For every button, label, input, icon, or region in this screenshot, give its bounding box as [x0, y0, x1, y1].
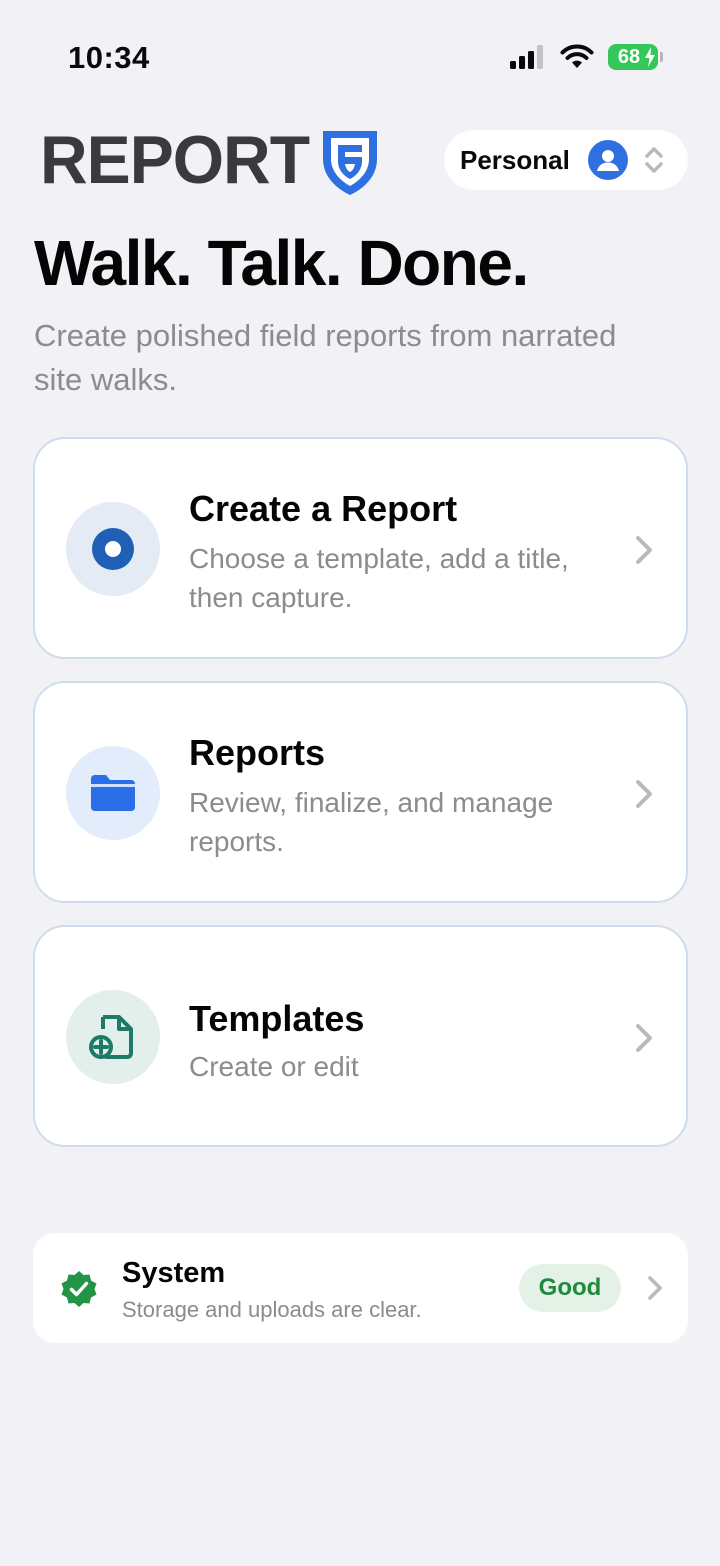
shield-icon — [323, 131, 378, 195]
card-description: Create or edit — [189, 1051, 359, 1082]
battery-icon: 68 — [608, 44, 663, 70]
chevron-right-icon — [648, 1276, 662, 1300]
record-icon — [92, 528, 134, 570]
page-title: Walk. Talk. Done. — [34, 227, 529, 299]
charging-bolt-icon — [645, 47, 655, 67]
signal-icon — [510, 45, 543, 69]
status-icons: 68 — [510, 44, 663, 70]
card-description: Review, finalize, and manage reports. — [189, 787, 554, 857]
app-logo: REPORT — [40, 122, 381, 198]
card-title: Reports — [189, 732, 326, 773]
status-time: 10:34 — [68, 40, 150, 75]
reports-card[interactable]: Reports Review, finalize, and manage rep… — [33, 681, 688, 903]
status-bar: 10:34 68 — [0, 0, 720, 116]
card-icon-circle — [66, 990, 160, 1084]
status-badge: Good — [519, 1264, 621, 1312]
card-description: Choose a template, add a title, then cap… — [189, 543, 569, 613]
system-description: Storage and uploads are clear. — [122, 1297, 422, 1322]
templates-card[interactable]: Templates Create or edit — [33, 925, 688, 1147]
verified-check-icon — [61, 1271, 97, 1307]
page-subtitle: Create polished field reports from narra… — [34, 318, 617, 397]
account-label: Personal — [460, 144, 570, 175]
chevron-right-icon — [636, 536, 652, 564]
create-report-card[interactable]: Create a Report Choose a template, add a… — [33, 437, 688, 659]
document-add-icon — [89, 1015, 133, 1059]
home-screen: 10:34 68 REPORT Personal Walk. Talk. Don… — [0, 0, 720, 1566]
logo-wordmark: REPORT — [40, 122, 310, 198]
chevron-right-icon — [636, 780, 652, 808]
wifi-icon — [560, 44, 594, 68]
card-icon-circle — [66, 746, 160, 840]
avatar-icon — [587, 140, 628, 180]
folder-icon — [91, 775, 135, 811]
account-switcher[interactable]: Personal — [444, 130, 688, 190]
app-header: REPORT Personal — [40, 122, 688, 200]
chevron-up-down-icon — [645, 147, 663, 173]
card-title: Templates — [189, 998, 365, 1039]
card-icon-circle — [66, 502, 160, 596]
card-title: Create a Report — [189, 488, 458, 529]
system-status-row[interactable]: System Storage and uploads are clear. Go… — [33, 1233, 688, 1343]
battery-level: 68 — [617, 45, 641, 68]
chevron-right-icon — [636, 1024, 652, 1052]
system-title: System — [122, 1257, 226, 1289]
